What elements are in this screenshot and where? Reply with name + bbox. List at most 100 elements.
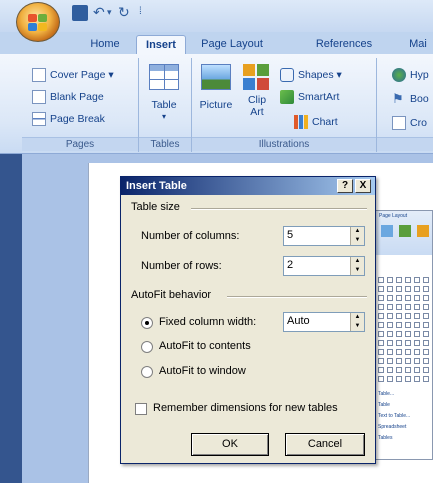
inset-grid-cell	[378, 304, 384, 310]
bookmark-button[interactable]: ⚑ Boo	[392, 90, 429, 108]
inset-grid-cell	[405, 349, 411, 355]
illustrations-group-label: Illustrations	[192, 137, 376, 151]
remember-dimensions-checkbox[interactable]	[135, 403, 147, 415]
spin-up-icon[interactable]: ▲	[351, 257, 364, 266]
inset-grid-cell	[396, 304, 402, 310]
tab-references[interactable]: References	[306, 35, 382, 54]
autofit-window-radio[interactable]	[141, 366, 153, 378]
inset-grid-cell	[378, 295, 384, 301]
blank-page-button[interactable]: Blank Page	[32, 88, 104, 106]
inset-grid-cell	[405, 313, 411, 319]
customize-qat-icon[interactable]: ⁞	[139, 5, 155, 21]
inset-grid-cell	[378, 340, 384, 346]
inset-grid-cell	[387, 304, 393, 310]
inset-grid-cell	[378, 349, 384, 355]
inset-grid-cell	[405, 277, 411, 283]
bookmark-icon: ⚑	[392, 91, 404, 106]
inset-grid-cell	[378, 322, 384, 328]
columns-label: Number of columns:	[141, 230, 240, 242]
inset-grid-cell	[423, 322, 429, 328]
inset-grid-cell	[378, 286, 384, 292]
cancel-button[interactable]: Cancel	[285, 433, 365, 456]
inset-grid-cell	[423, 286, 429, 292]
inset-grid-cell	[414, 277, 420, 283]
inset-grid-cell	[423, 358, 429, 364]
spin-down-icon[interactable]: ▼	[351, 322, 364, 331]
fixed-width-spin-arrows[interactable]: ▲ ▼	[350, 313, 364, 331]
cover-page-button[interactable]: Cover Page ▾	[32, 66, 114, 84]
inset-grid-cell	[387, 322, 393, 328]
inset-grid-cell	[414, 340, 420, 346]
hyperlink-button[interactable]: Hyp	[392, 66, 429, 84]
inset-grid-cell	[396, 358, 402, 364]
inset-grid-cell	[378, 277, 384, 283]
autofit-contents-label[interactable]: AutoFit to contents	[159, 340, 251, 352]
clip-art-button[interactable]: Clip Art	[240, 64, 274, 134]
shapes-button[interactable]: Shapes ▾	[280, 66, 342, 84]
fixed-width-radio[interactable]	[141, 317, 153, 329]
inset-grid-cell	[387, 277, 393, 283]
divider	[191, 208, 367, 210]
save-icon[interactable]	[72, 5, 88, 21]
page-break-button[interactable]: Page Break	[32, 110, 105, 128]
chart-icon	[294, 115, 308, 129]
inset-grid-cell	[405, 295, 411, 301]
spin-up-icon[interactable]: ▲	[351, 313, 364, 322]
inset-grid-cell	[423, 340, 429, 346]
columns-spinner[interactable]: 5 ▲ ▼	[283, 226, 365, 246]
tab-insert[interactable]: Insert	[136, 35, 186, 54]
remember-dimensions-label[interactable]: Remember dimensions for new tables	[153, 402, 338, 414]
autofit-window-label[interactable]: AutoFit to window	[159, 365, 246, 377]
columns-value: 5	[287, 229, 294, 241]
inset-grid-cell	[405, 358, 411, 364]
inset-grid-cell	[414, 304, 420, 310]
inset-grid-cell	[378, 376, 384, 382]
inset-grid-cell	[423, 304, 429, 310]
rows-spin-arrows[interactable]: ▲ ▼	[350, 257, 364, 275]
clip-art-icon	[243, 64, 271, 90]
inset-grid-cell	[414, 349, 420, 355]
tab-mailings[interactable]: Mai	[398, 35, 433, 54]
fixed-width-value: Auto	[287, 315, 310, 327]
smartart-button[interactable]: SmartArt	[280, 88, 339, 106]
cross-reference-button[interactable]: Cro	[392, 114, 427, 132]
inset-grid-cell	[387, 358, 393, 364]
redo-icon[interactable]: ↻	[118, 5, 134, 21]
inset-grid-cell	[423, 295, 429, 301]
inset-grid-cell	[423, 313, 429, 319]
inset-grid-cell	[396, 331, 402, 337]
blank-page-icon	[32, 90, 46, 104]
chart-button[interactable]: Chart	[294, 113, 338, 131]
fixed-width-label[interactable]: Fixed column width:	[159, 316, 256, 328]
help-button[interactable]: ?	[337, 179, 353, 193]
inset-grid-cell	[378, 367, 384, 373]
picture-icon	[201, 64, 231, 90]
cover-page-icon	[32, 68, 46, 82]
inset-clip-art-icon	[399, 225, 411, 237]
table-dropdown-icon: ▾	[161, 112, 166, 121]
inset-grid-cell	[414, 313, 420, 319]
inset-grid-cell	[396, 322, 402, 328]
navigation-strip	[0, 154, 22, 483]
columns-spin-arrows[interactable]: ▲ ▼	[350, 227, 364, 245]
autofit-contents-radio[interactable]	[141, 341, 153, 353]
table-button[interactable]: Table ▾	[142, 64, 186, 134]
rows-spinner[interactable]: 2 ▲ ▼	[283, 256, 365, 276]
close-button[interactable]: X	[355, 179, 371, 193]
spin-down-icon[interactable]: ▼	[351, 266, 364, 275]
tab-page-layout[interactable]: Page Layout	[192, 35, 272, 54]
inset-picture-icon	[381, 225, 393, 237]
tab-home[interactable]: Home	[74, 35, 136, 54]
fixed-width-spinner[interactable]: Auto ▲ ▼	[283, 312, 365, 332]
inset-grid-cell	[396, 376, 402, 382]
inset-ribbon: Page Layout	[375, 211, 432, 255]
picture-button[interactable]: Picture	[196, 64, 236, 134]
inset-grid-cell	[423, 277, 429, 283]
spin-down-icon[interactable]: ▼	[351, 236, 364, 245]
spin-up-icon[interactable]: ▲	[351, 227, 364, 236]
inset-grid-cell	[396, 349, 402, 355]
ok-button[interactable]: OK	[191, 433, 269, 456]
inset-grid-cell	[423, 367, 429, 373]
inset-shapes-icon	[417, 225, 429, 237]
office-button[interactable]	[16, 2, 60, 42]
